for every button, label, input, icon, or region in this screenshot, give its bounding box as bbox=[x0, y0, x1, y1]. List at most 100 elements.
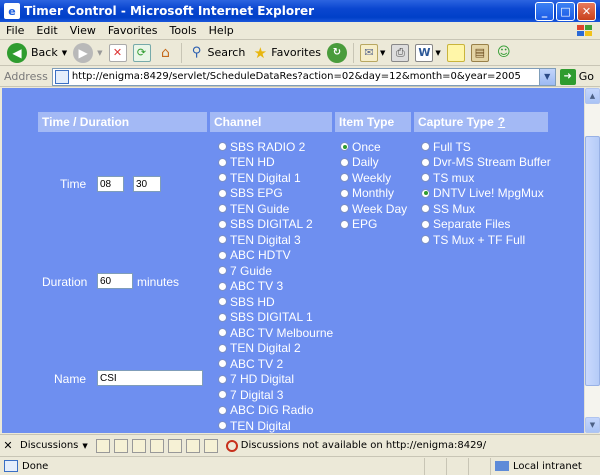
vertical-scrollbar[interactable]: ▲ ▼ bbox=[584, 88, 600, 433]
capture-type-option[interactable]: TS mux bbox=[421, 170, 474, 185]
channel-option[interactable]: TEN Digital 3 bbox=[218, 232, 301, 247]
channel-option[interactable]: TEN Digital 1 bbox=[218, 170, 301, 185]
search-button[interactable]: ⚲ Search bbox=[185, 41, 249, 65]
scroll-up-icon[interactable]: ▲ bbox=[585, 88, 600, 104]
radio-button[interactable] bbox=[218, 374, 227, 384]
capture-type-option[interactable]: Dvr-MS Stream Buffer bbox=[421, 155, 551, 170]
radio-button[interactable] bbox=[421, 235, 430, 244]
radio-button[interactable] bbox=[421, 219, 430, 229]
note-button[interactable] bbox=[444, 41, 468, 65]
minimize-button[interactable]: _ bbox=[535, 1, 554, 21]
menu-edit[interactable]: Edit bbox=[30, 24, 63, 37]
channel-option[interactable]: ABC DiG Radio bbox=[218, 403, 313, 418]
channel-option[interactable]: SBS RADIO 2 bbox=[218, 139, 305, 154]
item-type-option[interactable]: Week Day bbox=[340, 201, 407, 216]
discussion-reply-icon[interactable] bbox=[113, 438, 128, 453]
home-button[interactable]: ⌂ bbox=[154, 41, 178, 65]
menu-tools[interactable]: Tools bbox=[164, 24, 203, 37]
research-button[interactable]: ▤ bbox=[468, 41, 492, 65]
radio-button[interactable] bbox=[340, 188, 349, 198]
new-discussion-icon[interactable] bbox=[95, 438, 110, 453]
capture-type-option[interactable]: DNTV Live! MpgMux bbox=[421, 186, 544, 201]
radio-button[interactable] bbox=[218, 266, 227, 275]
channel-option[interactable]: TEN Digital 2 bbox=[218, 341, 301, 356]
radio-button[interactable] bbox=[218, 343, 227, 353]
scroll-down-icon[interactable]: ▼ bbox=[585, 417, 600, 433]
name-input[interactable]: CSI bbox=[97, 370, 203, 386]
menu-file[interactable]: File bbox=[0, 24, 30, 37]
item-type-option[interactable]: EPG bbox=[340, 217, 377, 232]
radio-button[interactable] bbox=[218, 235, 227, 244]
radio-button[interactable] bbox=[421, 157, 430, 167]
channel-option[interactable]: ABC TV 2 bbox=[218, 356, 283, 371]
menu-view[interactable]: View bbox=[64, 24, 102, 37]
radio-button[interactable] bbox=[218, 250, 227, 260]
maximize-button[interactable]: □ bbox=[556, 1, 575, 21]
radio-button[interactable] bbox=[218, 219, 227, 229]
refresh-button[interactable]: ⟳ bbox=[130, 41, 154, 65]
item-type-option[interactable]: Once bbox=[340, 139, 381, 154]
edit-button[interactable]: W ▼ bbox=[412, 41, 443, 65]
radio-button[interactable] bbox=[218, 204, 227, 213]
discussion-collapse-icon[interactable] bbox=[149, 438, 164, 453]
duration-input[interactable]: 60 bbox=[97, 273, 133, 289]
radio-button[interactable] bbox=[218, 328, 227, 337]
channel-option[interactable]: SBS DIGITAL 1 bbox=[218, 310, 313, 325]
mail-button[interactable]: ✉ ▼ bbox=[357, 41, 388, 65]
edit-dropdown-icon[interactable]: ▼ bbox=[435, 49, 440, 57]
address-dropdown-icon[interactable]: ▼ bbox=[538, 68, 555, 85]
capture-type-option[interactable]: Separate Files bbox=[421, 217, 510, 232]
discussion-refresh-icon[interactable] bbox=[167, 438, 182, 453]
channel-option[interactable]: SBS HD bbox=[218, 294, 275, 309]
channel-option[interactable]: 7 Digital 3 bbox=[218, 387, 283, 402]
address-url[interactable]: http://enigma:8429/servlet/ScheduleDataR… bbox=[72, 71, 539, 82]
channel-option[interactable]: TEN Guide bbox=[218, 201, 289, 216]
close-discussions-icon[interactable]: ✕ bbox=[0, 439, 16, 452]
forward-button[interactable]: ▶ ▼ bbox=[70, 41, 105, 65]
minute-input[interactable]: 30 bbox=[133, 176, 161, 192]
menu-help[interactable]: Help bbox=[203, 24, 240, 37]
channel-option[interactable]: TEN Digital bbox=[218, 418, 291, 433]
forward-dropdown-icon[interactable]: ▼ bbox=[97, 49, 102, 57]
address-input[interactable]: http://enigma:8429/servlet/ScheduleDataR… bbox=[51, 67, 556, 86]
radio-button[interactable] bbox=[340, 219, 349, 229]
mail-dropdown-icon[interactable]: ▼ bbox=[380, 49, 385, 57]
item-type-option[interactable]: Weekly bbox=[340, 170, 391, 185]
history-button[interactable]: ↻ bbox=[324, 41, 350, 65]
radio-button[interactable] bbox=[340, 204, 349, 213]
menu-favorites[interactable]: Favorites bbox=[102, 24, 164, 37]
back-dropdown-icon[interactable]: ▼ bbox=[62, 49, 67, 57]
radio-button[interactable] bbox=[218, 142, 227, 151]
radio-button[interactable] bbox=[218, 390, 227, 399]
radio-button[interactable] bbox=[421, 204, 430, 213]
radio-button[interactable] bbox=[218, 405, 227, 415]
item-type-option[interactable]: Monthly bbox=[340, 186, 394, 201]
discussion-print-icon[interactable] bbox=[185, 438, 200, 453]
capture-type-option[interactable]: Full TS bbox=[421, 139, 471, 154]
close-button[interactable]: ✕ bbox=[577, 1, 596, 21]
radio-button[interactable] bbox=[421, 142, 430, 151]
channel-option[interactable]: ABC HDTV bbox=[218, 248, 291, 263]
capture-type-option[interactable]: SS Mux bbox=[421, 201, 475, 216]
hour-input[interactable]: 08 bbox=[97, 176, 124, 192]
channel-option[interactable]: ABC TV Melbourne bbox=[218, 325, 333, 340]
discussions-button[interactable]: Discussions bbox=[16, 440, 82, 451]
radio-button[interactable] bbox=[340, 173, 349, 182]
radio-button[interactable] bbox=[218, 297, 227, 306]
channel-option[interactable]: SBS DIGITAL 2 bbox=[218, 217, 313, 232]
discussion-pane-icon[interactable] bbox=[203, 438, 218, 453]
scroll-thumb[interactable] bbox=[585, 136, 600, 386]
radio-button[interactable] bbox=[218, 281, 227, 291]
channel-option[interactable]: 7 HD Digital bbox=[218, 372, 294, 387]
radio-button[interactable] bbox=[218, 157, 227, 167]
channel-option[interactable]: 7 Guide bbox=[218, 263, 272, 278]
channel-option[interactable]: ABC TV 3 bbox=[218, 279, 283, 294]
radio-button[interactable] bbox=[218, 421, 227, 430]
radio-button[interactable] bbox=[340, 142, 349, 151]
capture-type-option[interactable]: TS Mux + TF Full bbox=[421, 232, 525, 247]
discussions-dropdown-icon[interactable]: ▼ bbox=[82, 442, 87, 450]
channel-option[interactable]: TEN HD bbox=[218, 155, 275, 170]
channel-option[interactable]: SBS EPG bbox=[218, 186, 283, 201]
back-button[interactable]: ◀ Back ▼ bbox=[4, 41, 70, 65]
favorites-button[interactable]: ★ Favorites bbox=[248, 41, 324, 65]
